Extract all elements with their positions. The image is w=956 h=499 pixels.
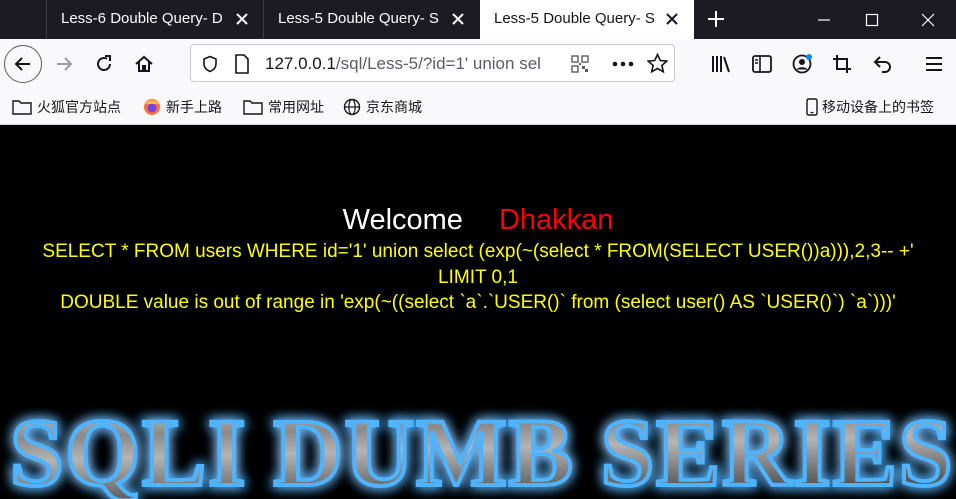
maximize-button[interactable] (849, 0, 895, 39)
mobile-bookmarks-label: 移动设备上的书签 (822, 98, 934, 115)
tab-less6[interactable]: Less-6 Double Query- D (46, 0, 264, 39)
back-button[interactable] (4, 45, 42, 83)
undo-icon (873, 56, 891, 73)
home-button[interactable] (128, 48, 160, 80)
maximize-icon (865, 13, 879, 26)
page-content: Welcome Dhakkan SELECT * FROM users WHERE… (0, 125, 956, 499)
crop-icon (833, 55, 851, 73)
tab-title: Less-6 Double Query- D (61, 10, 223, 27)
undo-close-tab-button[interactable] (866, 48, 898, 80)
firefox-icon (144, 98, 160, 115)
url-text[interactable]: 127.0.0.1/sql/Less-5/?id=1' union sel (265, 45, 565, 83)
folder-icon (12, 99, 32, 115)
user-name: Dhakkan (498, 204, 614, 236)
sidebar-button[interactable] (746, 48, 778, 80)
bookmark-label: 京东商城 (366, 98, 422, 115)
welcome-text: Welcome (342, 204, 463, 236)
sidebar-icon (752, 55, 772, 73)
close-window-icon (921, 13, 935, 26)
forward-button[interactable] (48, 48, 80, 80)
globe-icon (343, 98, 361, 115)
forward-arrow-icon (57, 57, 73, 71)
bookmark-jd[interactable]: 京东商城 (343, 90, 422, 123)
close-tab-icon[interactable] (234, 11, 250, 27)
reload-icon (97, 55, 111, 71)
navigation-toolbar: 127.0.0.1/sql/Less-5/?id=1' union sel (0, 39, 956, 90)
screenshot-button[interactable] (826, 48, 858, 80)
star-bookmark-icon[interactable] (647, 53, 668, 74)
tab-title: Less-5 Double Query- S (494, 10, 655, 27)
close-tab-icon[interactable] (450, 11, 466, 27)
url-host: 127.0.0.1 (265, 54, 336, 73)
bookmark-label: 常用网址 (268, 98, 324, 115)
page-icon[interactable] (234, 54, 250, 74)
bookmark-label: 新手上路 (166, 98, 222, 115)
minimize-icon (818, 18, 830, 21)
shield-icon[interactable] (201, 55, 219, 73)
tab-less5-a[interactable]: Less-5 Double Query- S (263, 0, 480, 39)
minimize-button[interactable] (801, 0, 847, 39)
menu-button[interactable] (918, 48, 950, 80)
library-button[interactable] (706, 48, 738, 80)
bookmarks-toolbar: 火狐官方站点 新手上路 常用网址 京东商城 移动设备上的书签 (0, 90, 956, 125)
qr-code-icon[interactable] (571, 55, 589, 73)
reload-button[interactable] (88, 48, 120, 80)
mobile-bookmarks[interactable]: 移动设备上的书签 (806, 90, 934, 123)
tab-strip: Less-6 Double Query- D Less-5 Double Que… (0, 0, 956, 39)
url-path: /sql/Less-5/?id=1' union sel (335, 54, 541, 73)
more-actions-icon[interactable] (612, 61, 634, 67)
account-icon (792, 54, 812, 74)
account-button[interactable] (786, 48, 818, 80)
folder-icon (243, 99, 263, 115)
back-arrow-icon (14, 57, 30, 71)
sql-query-line-1: SELECT * FROM users WHERE id='1' union s… (42, 241, 914, 262)
close-window-button[interactable] (905, 0, 951, 39)
bookmark-getting-started[interactable]: 新手上路 (143, 90, 222, 123)
new-tab-icon[interactable] (705, 8, 727, 30)
mobile-device-icon (806, 97, 818, 116)
sqli-dumb-series-banner: SQLI DUMB SERIES (8, 397, 954, 499)
sql-query-line-2: LIMIT 0,1 (438, 267, 518, 288)
hamburger-menu-icon (926, 57, 942, 71)
bookmark-common-sites[interactable]: 常用网址 (243, 90, 324, 123)
welcome-line: Welcome Dhakkan (0, 201, 956, 239)
url-bar[interactable]: 127.0.0.1/sql/Less-5/?id=1' union sel (190, 44, 675, 82)
bookmark-firefox-official[interactable]: 火狐官方站点 (12, 90, 121, 123)
banner-text: SQLI DUMB SERIES (10, 399, 954, 499)
tab-less5-active[interactable]: Less-5 Double Query- S (480, 0, 694, 39)
close-tab-icon[interactable] (664, 11, 680, 27)
library-icon (712, 56, 730, 73)
tab-title: Less-5 Double Query- S (278, 10, 439, 27)
bookmark-label: 火狐官方站点 (37, 98, 121, 115)
home-icon (135, 55, 153, 72)
sql-error-message: DOUBLE value is out of range in 'exp(~((… (60, 292, 896, 313)
